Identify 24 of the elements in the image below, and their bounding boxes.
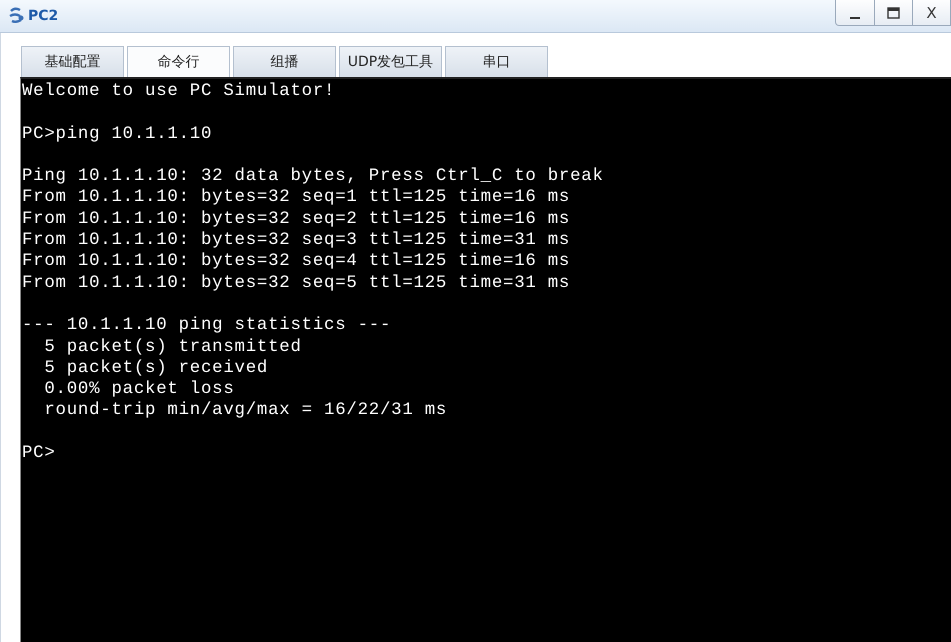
terminal-line: From 10.1.1.10: bytes=32 seq=1 ttl=125 time=16 ms xyxy=(22,187,570,209)
tab[interactable]: 基础配置 xyxy=(21,46,124,77)
tab[interactable]: UDP发包工具 xyxy=(339,46,442,77)
tab[interactable]: 命令行 xyxy=(127,46,230,77)
terminal-line: 5 packet(s) transmitted xyxy=(43,336,302,358)
terminal-console[interactable] xyxy=(20,77,951,642)
terminal-line: From 10.1.1.10: bytes=32 seq=5 ttl=125 time=31 ms xyxy=(22,272,570,294)
terminal-line: PC> xyxy=(22,443,56,464)
terminal-line: Welcome to use PC Simulator! xyxy=(22,81,336,102)
minimize-icon xyxy=(850,16,860,18)
window-title: PC2 xyxy=(28,8,58,24)
terminal-line: round-trip min/avg/max = 16/22/31 ms xyxy=(43,400,448,422)
tab[interactable]: 组播 xyxy=(233,46,336,77)
terminal-line: From 10.1.1.10: bytes=32 seq=4 ttl=125 time=16 ms xyxy=(22,251,570,273)
terminal-line: 5 packet(s) received xyxy=(43,358,268,380)
terminal-line: --- 10.1.1.10 ping statistics --- xyxy=(22,315,392,337)
terminal-line: From 10.1.1.10: bytes=32 seq=3 ttl=125 time=31 ms xyxy=(22,230,570,252)
terminal-line: Ping 10.1.1.10: 32 data bytes, Press Ctrl_C to break xyxy=(22,166,604,188)
maximize-icon xyxy=(887,6,900,18)
app-logo-icon xyxy=(8,7,26,25)
terminal-line: From 10.1.1.10: bytes=32 seq=2 ttl=125 time=16 ms xyxy=(22,208,570,230)
tab[interactable]: 串口 xyxy=(445,46,548,77)
terminal-line: 0.00% packet loss xyxy=(43,379,235,400)
terminal-line: PC>ping 10.1.1.10 xyxy=(22,124,212,145)
